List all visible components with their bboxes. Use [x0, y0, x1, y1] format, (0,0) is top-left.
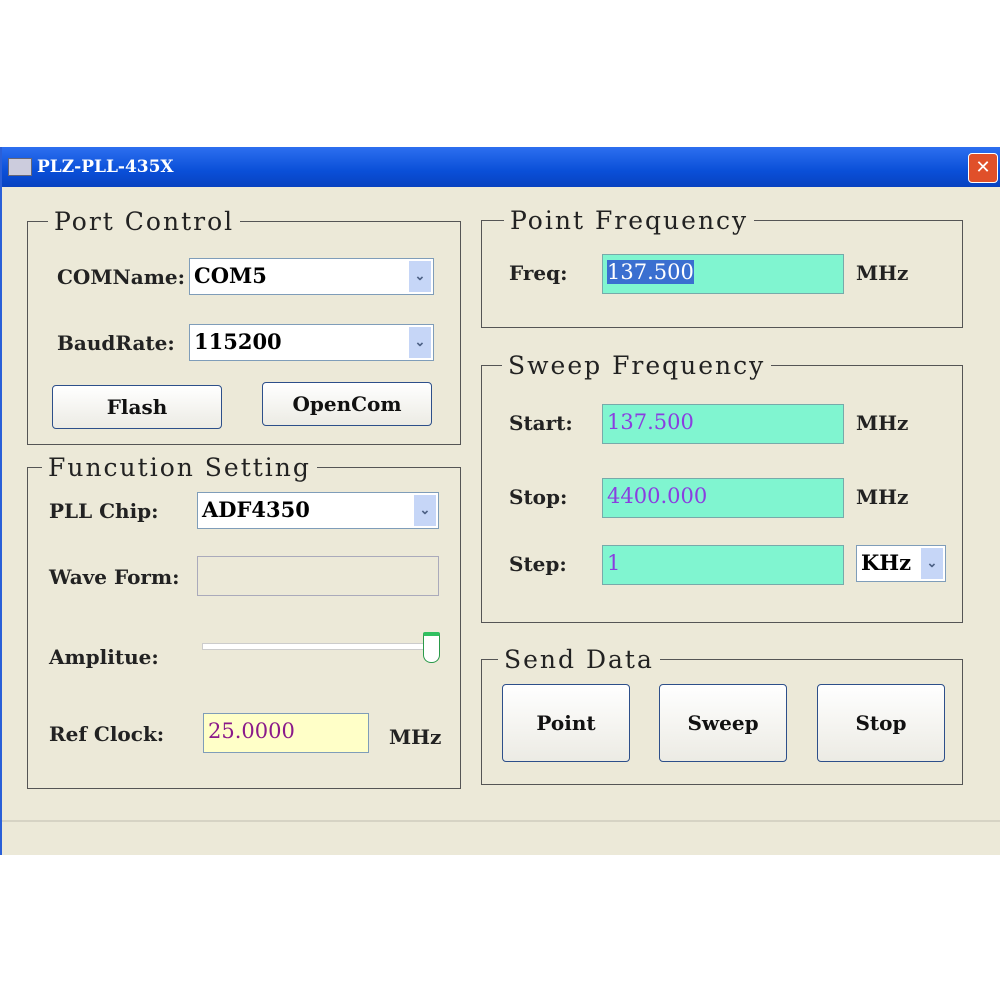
- stop-label: Stop:: [509, 485, 568, 509]
- freq-value: 137.500: [607, 260, 694, 284]
- start-unit: MHz: [856, 411, 909, 435]
- pll-chip-value: ADF4350: [202, 497, 310, 522]
- ref-clock-unit: MHz: [389, 725, 442, 749]
- stop-input[interactable]: 4400.000: [602, 478, 844, 518]
- com-name-label: COMName:: [57, 265, 185, 289]
- stop-button[interactable]: Stop: [817, 684, 945, 762]
- send-data-legend: Send Data: [504, 645, 654, 674]
- window-title: PLZ-PLL-435X: [37, 157, 174, 177]
- sweep-button[interactable]: Sweep: [659, 684, 787, 762]
- title-bar: PLZ-PLL-435X ✕: [2, 147, 1000, 187]
- chevron-down-icon[interactable]: ⌄: [409, 327, 431, 358]
- start-label: Start:: [509, 411, 573, 435]
- freq-label: Freq:: [509, 261, 568, 285]
- ref-clock-label: Ref Clock:: [49, 722, 165, 746]
- port-control-legend: Port Control: [54, 207, 235, 236]
- status-bar: [2, 820, 1000, 855]
- opencom-button[interactable]: OpenCom: [262, 382, 432, 426]
- baud-rate-select[interactable]: 115200 ⌄: [189, 324, 434, 361]
- baud-rate-label: BaudRate:: [57, 331, 175, 355]
- chevron-down-icon[interactable]: ⌄: [921, 548, 943, 579]
- step-unit-select[interactable]: KHz ⌄: [856, 545, 946, 582]
- step-label: Step:: [509, 552, 567, 576]
- app-icon: [8, 158, 32, 176]
- main-window: PLZ-PLL-435X ✕ Port Control COMName: COM…: [0, 147, 1000, 855]
- com-name-select[interactable]: COM5 ⌄: [189, 258, 434, 295]
- point-frequency-legend: Point Frequency: [510, 206, 749, 235]
- amplitude-slider[interactable]: [202, 643, 439, 650]
- ref-clock-input[interactable]: 25.0000: [203, 713, 369, 753]
- step-input[interactable]: 1: [602, 545, 844, 585]
- wave-form-field[interactable]: [197, 556, 439, 596]
- stop-unit: MHz: [856, 485, 909, 509]
- pll-chip-select[interactable]: ADF4350 ⌄: [197, 492, 439, 529]
- start-input[interactable]: 137.500: [602, 404, 844, 444]
- baud-rate-value: 115200: [194, 329, 282, 354]
- pll-chip-label: PLL Chip:: [49, 499, 159, 523]
- amplitude-slider-thumb[interactable]: [423, 632, 440, 663]
- com-name-value: COM5: [194, 263, 267, 288]
- chevron-down-icon[interactable]: ⌄: [414, 495, 436, 526]
- step-unit-value: KHz: [861, 550, 912, 575]
- amplitude-label: Amplitue:: [49, 645, 159, 669]
- sweep-frequency-legend: Sweep Frequency: [508, 351, 766, 380]
- freq-unit: MHz: [856, 261, 909, 285]
- function-setting-legend: Funcution Setting: [48, 453, 311, 482]
- chevron-down-icon[interactable]: ⌄: [409, 261, 431, 292]
- close-button[interactable]: ✕: [968, 153, 998, 183]
- flash-button[interactable]: Flash: [52, 385, 222, 429]
- point-button[interactable]: Point: [502, 684, 630, 762]
- wave-form-label: Wave Form:: [49, 565, 180, 589]
- freq-input[interactable]: 137.500: [602, 254, 844, 294]
